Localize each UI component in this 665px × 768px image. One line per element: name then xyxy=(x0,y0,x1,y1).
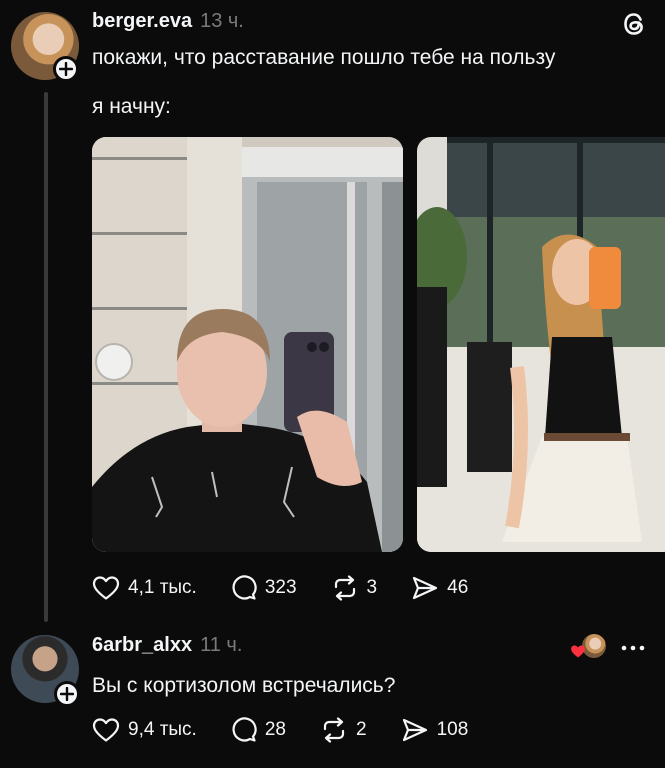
reply-like-button[interactable]: 9,4 тыс. xyxy=(92,717,197,743)
repost-icon xyxy=(323,717,345,743)
heart-icon xyxy=(92,718,120,742)
heart-icon xyxy=(92,576,120,600)
post-reply-count: 323 xyxy=(264,577,297,598)
author-liked-indicator xyxy=(570,634,608,660)
reply-repost-count: 2 xyxy=(355,719,367,740)
more-icon[interactable] xyxy=(620,640,646,651)
post-repost-count: 3 xyxy=(366,577,378,598)
reply-text: Вы с кортизолом встречались? xyxy=(92,674,396,697)
plus-icon xyxy=(59,62,73,76)
reply-reply-count: 28 xyxy=(264,719,286,740)
reply-repost-button[interactable]: 2 xyxy=(320,717,367,743)
follow-plus-button[interactable] xyxy=(53,56,79,82)
post-actions: 4,1 тыс. 323 3 46 xyxy=(92,575,468,601)
plus-icon xyxy=(60,687,74,701)
post-like-button[interactable]: 4,1 тыс. xyxy=(92,575,197,601)
post-image-after[interactable] xyxy=(417,137,665,552)
reply-header: 6arbr_alxx 11 ч. xyxy=(92,634,242,657)
reply-follow-plus-button[interactable] xyxy=(54,681,80,707)
post-text-2: я начну: xyxy=(92,95,171,118)
reply-share-count: 108 xyxy=(436,719,469,740)
post-share-button[interactable]: 46 xyxy=(411,575,468,601)
post-image-before[interactable] xyxy=(92,137,403,552)
send-icon xyxy=(402,718,427,742)
reply-username[interactable]: 6arbr_alxx xyxy=(92,634,192,657)
send-icon xyxy=(413,576,438,600)
reply-actions: 9,4 тыс. 28 2 108 xyxy=(92,717,468,743)
comment-icon xyxy=(232,575,257,600)
post-share-count: 46 xyxy=(447,577,469,598)
reply: 6arbr_alxx 11 ч. Вы с кортизолом встреча… xyxy=(0,622,665,768)
thread-line xyxy=(44,92,48,622)
heart-filled-icon xyxy=(571,645,585,658)
post-time: 13 ч. xyxy=(200,10,244,32)
reply-like-count: 9,4 тыс. xyxy=(128,719,197,740)
post: berger.eva 13 ч. покажи, что расставание… xyxy=(0,0,665,622)
post-like-count: 4,1 тыс. xyxy=(128,577,197,598)
comment-icon xyxy=(232,717,257,742)
post-text: покажи, что расставание пошло тебе на по… xyxy=(92,46,556,69)
threads-icon[interactable] xyxy=(620,10,648,38)
reply-time: 11 ч. xyxy=(200,634,243,656)
repost-icon xyxy=(334,575,355,601)
reply-reply-button[interactable]: 28 xyxy=(231,717,286,743)
post-reply-button[interactable]: 323 xyxy=(231,575,297,601)
post-repost-button[interactable]: 3 xyxy=(331,575,378,601)
reply-share-button[interactable]: 108 xyxy=(401,717,469,743)
post-username[interactable]: berger.eva xyxy=(92,10,192,33)
post-header: berger.eva 13 ч. xyxy=(92,10,244,33)
